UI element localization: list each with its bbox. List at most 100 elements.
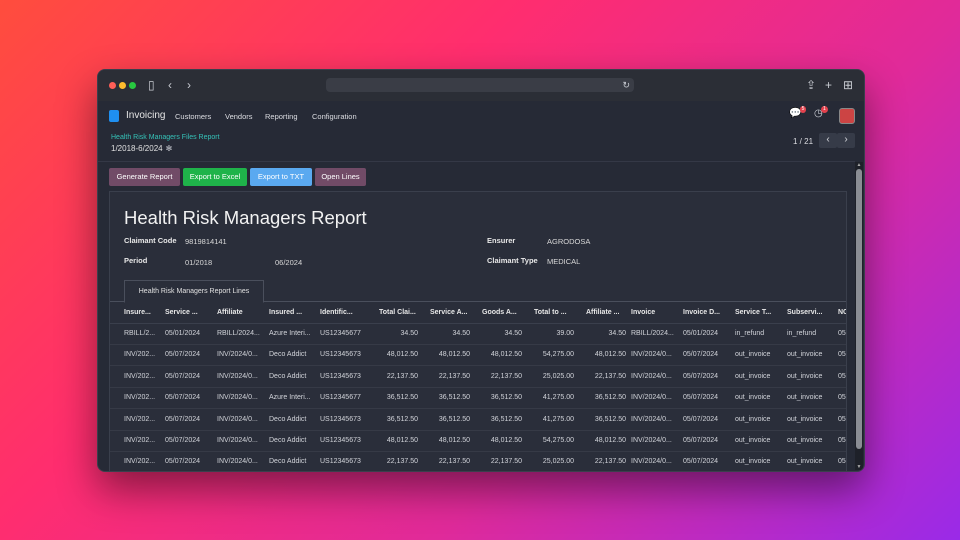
table-cell: 36,512.50 bbox=[490, 394, 522, 402]
column-header[interactable]: Insure... bbox=[124, 302, 161, 323]
table-cell: INV/2024/0... bbox=[631, 351, 672, 359]
reload-icon[interactable]: ↻ bbox=[622, 78, 630, 92]
table-cell: Deco Addict bbox=[269, 415, 307, 423]
maximize-window-button[interactable] bbox=[129, 82, 136, 89]
column-header[interactable]: Service T... bbox=[735, 302, 782, 323]
table-cell: US12345673 bbox=[320, 458, 361, 466]
column-header[interactable]: Service A... bbox=[430, 302, 477, 323]
table-cell: out_invoice bbox=[735, 351, 771, 359]
pager-previous-button[interactable]: ‹ bbox=[819, 133, 837, 148]
column-header[interactable]: Total to ... bbox=[534, 302, 581, 323]
column-header[interactable]: Service ... bbox=[165, 302, 212, 323]
table-cell: 22,137.50 bbox=[386, 372, 418, 380]
table-row[interactable]: INV/202... 05/07/2024 INV/2024/0... Deco Ad… bbox=[110, 430, 846, 452]
menu-vendors[interactable]: Vendors bbox=[225, 112, 253, 121]
table-cell: INV/2024/0... bbox=[631, 394, 672, 402]
table-row[interactable]: INV/202... 05/07/2024 INV/2024/0... Azure I… bbox=[110, 387, 846, 410]
vertical-scrollbar[interactable]: ▲ ▼ bbox=[855, 162, 863, 470]
table-cell: Deco Addict bbox=[269, 458, 307, 466]
table-cell: 36,512.50 bbox=[386, 415, 418, 423]
table-cell: 05 bbox=[838, 372, 846, 380]
forward-icon[interactable]: › bbox=[187, 78, 191, 92]
table-row[interactable]: RBILL/2... 05/01/2024 RBILL/2024... Azure I… bbox=[110, 323, 846, 345]
table-cell: 34.50 bbox=[452, 330, 470, 337]
column-header[interactable]: Identific... bbox=[320, 302, 367, 323]
table-cell: INV/2024/0... bbox=[217, 372, 258, 380]
share-icon[interactable]: ⇪ bbox=[806, 78, 816, 92]
column-header[interactable]: Total Clai... bbox=[379, 302, 426, 323]
sidebar-toggle-icon[interactable]: ▯ bbox=[148, 78, 155, 92]
table-cell: 48,012.50 bbox=[386, 351, 418, 359]
new-tab-icon[interactable]: + bbox=[825, 78, 832, 92]
column-header[interactable]: Insured ... bbox=[269, 302, 316, 323]
table-row[interactable]: INV/202... 05/07/2024 INV/2024/0... Deco Ad… bbox=[110, 344, 846, 367]
pager-next-button[interactable]: › bbox=[837, 133, 855, 148]
table-cell: 25,025.00 bbox=[542, 372, 574, 380]
tab-report-lines[interactable]: Health Risk Managers Report Lines bbox=[124, 280, 264, 303]
column-header[interactable]: Goods A... bbox=[482, 302, 529, 323]
menu-reporting[interactable]: Reporting bbox=[265, 112, 298, 121]
gear-icon[interactable]: ✻ bbox=[166, 144, 173, 153]
app-name[interactable]: Invoicing bbox=[126, 110, 165, 121]
table-cell: INV/2024/0... bbox=[217, 351, 258, 359]
pager-value[interactable]: 1 / 21 bbox=[793, 137, 813, 146]
export-txt-button[interactable]: Export to TXT bbox=[250, 168, 312, 186]
table-row[interactable]: INV/202... 05/07/2024 INV/2024/0... Deco Ad… bbox=[110, 451, 846, 471]
column-header[interactable]: Subservi... bbox=[787, 302, 834, 323]
scroll-down-arrow-icon[interactable]: ▼ bbox=[855, 464, 863, 470]
table-cell: RBILL/2024... bbox=[631, 330, 674, 337]
table-cell: INV/2024/0... bbox=[631, 372, 672, 380]
invoicing-app-icon[interactable] bbox=[109, 110, 119, 122]
table-cell: 48,012.50 bbox=[386, 437, 418, 444]
address-bar[interactable]: ↻ bbox=[326, 78, 634, 92]
table-cell: INV/2024/0... bbox=[631, 437, 672, 444]
table-cell: INV/202... bbox=[124, 372, 156, 380]
ensurer-label: Ensurer bbox=[487, 236, 516, 245]
table-cell: 22,137.50 bbox=[490, 458, 522, 466]
table-row[interactable]: INV/202... 05/07/2024 INV/2024/0... Deco Ad… bbox=[110, 409, 846, 431]
back-icon[interactable]: ‹ bbox=[168, 78, 172, 92]
table-row[interactable]: INV/202... 05/07/2024 INV/2024/0... Deco Ad… bbox=[110, 366, 846, 388]
user-avatar[interactable] bbox=[839, 108, 855, 124]
activity-icon[interactable]: ◷ 1 bbox=[814, 106, 828, 119]
table-cell: US12345677 bbox=[320, 330, 361, 337]
action-bar: Generate Report Export to Excel Export t… bbox=[98, 161, 855, 192]
export-excel-button[interactable]: Export to Excel bbox=[183, 168, 247, 186]
table-cell: 36,512.50 bbox=[438, 415, 470, 423]
generate-report-button[interactable]: Generate Report bbox=[109, 168, 180, 186]
browser-titlebar: ▯ ‹ › ↻ ⇪ + ⊞ bbox=[98, 70, 864, 102]
minimize-window-button[interactable] bbox=[119, 82, 126, 89]
table-cell: 25,025.00 bbox=[542, 458, 574, 466]
tab-overview-icon[interactable]: ⊞ bbox=[843, 78, 853, 92]
table-cell: INV/2024/0... bbox=[217, 458, 258, 466]
period-from-value: 01/2018 bbox=[185, 258, 213, 267]
column-header[interactable]: Affiliate ... bbox=[586, 302, 628, 323]
table-cell: Azure Interi... bbox=[269, 330, 311, 337]
table-cell: INV/2024/0... bbox=[217, 437, 258, 444]
table-cell: RBILL/2... bbox=[124, 330, 156, 337]
column-header[interactable]: Affiliate bbox=[217, 302, 264, 323]
open-lines-button[interactable]: Open Lines bbox=[315, 168, 366, 186]
column-header[interactable]: NC bbox=[838, 302, 846, 323]
table-cell: 22,137.50 bbox=[438, 458, 470, 466]
table-cell: out_invoice bbox=[787, 415, 823, 423]
table-cell: 05/07/2024 bbox=[683, 437, 719, 444]
table-cell: 36,512.50 bbox=[438, 394, 470, 402]
table-cell: US12345673 bbox=[320, 372, 361, 380]
column-header[interactable]: Invoice bbox=[631, 302, 678, 323]
menu-configuration[interactable]: Configuration bbox=[312, 112, 357, 121]
scroll-up-arrow-icon[interactable]: ▲ bbox=[855, 162, 863, 168]
column-header[interactable]: Invoice D... bbox=[683, 302, 730, 323]
table-cell: out_invoice bbox=[787, 351, 823, 359]
table-cell: 22,137.50 bbox=[386, 458, 418, 466]
menu-customers[interactable]: Customers bbox=[175, 112, 211, 121]
messages-icon[interactable]: 💬 5 bbox=[789, 106, 807, 119]
scrollbar-thumb[interactable] bbox=[856, 169, 862, 449]
table-cell: RBILL/2024... bbox=[217, 330, 260, 337]
close-window-button[interactable] bbox=[109, 82, 116, 89]
table-cell: out_invoice bbox=[787, 437, 823, 444]
table-header-row: Insure... Service ... Affiliate Insured … bbox=[110, 302, 846, 324]
table-cell: INV/2024/0... bbox=[217, 394, 258, 402]
breadcrumb-parent-link[interactable]: Health Risk Managers Files Report bbox=[111, 134, 220, 141]
claimant-type-value: MEDICAL bbox=[547, 257, 581, 266]
